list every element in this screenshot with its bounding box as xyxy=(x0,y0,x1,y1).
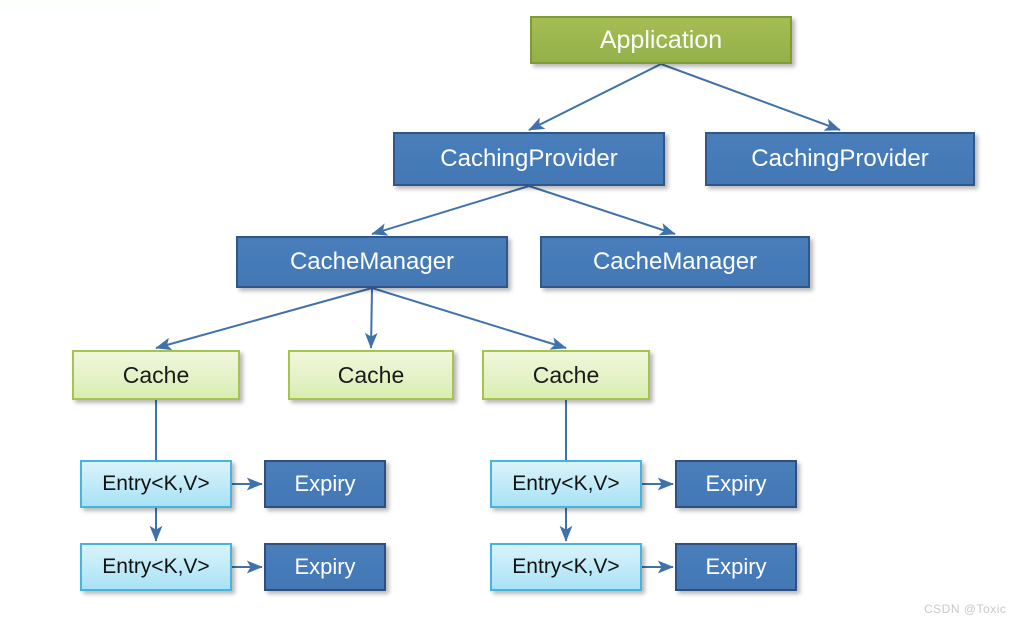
node-label: CacheManager xyxy=(592,248,758,275)
node-application[interactable]: Application xyxy=(530,16,792,64)
node-cache-3[interactable]: Cache xyxy=(482,350,650,400)
edge-app-to-cp2 xyxy=(660,63,841,131)
node-caching-provider-2[interactable]: CachingProvider xyxy=(705,132,975,186)
node-entry-1b[interactable]: Entry<K,V> xyxy=(80,543,232,591)
edge-app-to-cp1 xyxy=(528,63,662,131)
node-label: Expiry xyxy=(705,471,767,496)
node-label: CachingProvider xyxy=(440,145,618,172)
node-label: Entry<K,V> xyxy=(102,555,210,578)
node-label: CacheManager xyxy=(289,248,455,275)
csdn-watermark: CSDN @Toxic xyxy=(924,602,1007,616)
top-left-strip xyxy=(0,0,160,7)
edge-cm1-to-c2 xyxy=(364,287,378,349)
node-expiry-3b[interactable]: Expiry xyxy=(675,543,797,591)
node-label: Expiry xyxy=(705,554,767,579)
node-caching-provider-1[interactable]: CachingProvider xyxy=(393,132,665,186)
node-entry-3a[interactable]: Entry<K,V> xyxy=(490,460,642,508)
diagram-edges xyxy=(149,63,841,574)
node-entry-3b[interactable]: Entry<K,V> xyxy=(490,543,642,591)
node-cache-manager-2[interactable]: CacheManager xyxy=(540,236,810,288)
node-label: Cache xyxy=(337,361,405,388)
node-expiry-1b[interactable]: Expiry xyxy=(264,543,386,591)
node-label: Cache xyxy=(532,361,600,388)
diagram-canvas: Application CachingProvider CachingProvide… xyxy=(0,0,1014,628)
node-label: Entry<K,V> xyxy=(512,472,620,495)
edge-cm1-to-c3 xyxy=(371,287,567,350)
node-expiry-1a[interactable]: Expiry xyxy=(264,460,386,508)
edge-cp1-to-cm2 xyxy=(528,185,676,236)
node-label: Expiry xyxy=(294,554,356,579)
node-entry-1a[interactable]: Entry<K,V> xyxy=(80,460,232,508)
node-label: Entry<K,V> xyxy=(512,555,620,578)
node-label: Expiry xyxy=(294,471,356,496)
node-label: Entry<K,V> xyxy=(102,472,210,495)
node-cache-manager-1[interactable]: CacheManager xyxy=(236,236,508,288)
node-expiry-3a[interactable]: Expiry xyxy=(675,460,797,508)
node-label: Cache xyxy=(122,361,190,388)
edge-cp1-to-cm1 xyxy=(371,185,530,236)
edge-cm1-to-c1 xyxy=(155,287,373,351)
node-label: CachingProvider xyxy=(751,145,929,172)
node-cache-1[interactable]: Cache xyxy=(72,350,240,400)
node-cache-2[interactable]: Cache xyxy=(288,350,454,400)
node-label: Application xyxy=(599,25,723,54)
